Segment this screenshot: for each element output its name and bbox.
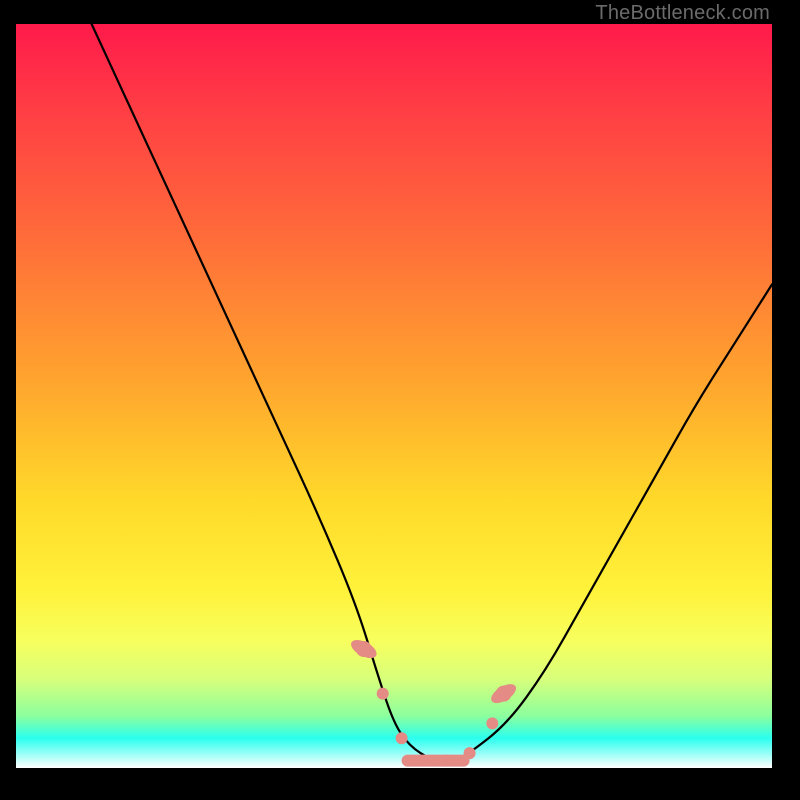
highlight-markers <box>348 636 519 766</box>
watermark-text: TheBottleneck.com <box>595 2 770 25</box>
marker-lozenge <box>348 636 379 662</box>
chart-frame: TheBottleneck.com <box>0 0 800 800</box>
bottleneck-curve <box>92 24 772 761</box>
marker-lozenge <box>488 680 519 707</box>
marker-floor <box>402 755 470 767</box>
curve-svg <box>16 24 772 768</box>
marker-dot <box>486 717 498 729</box>
marker-dot <box>396 732 408 744</box>
marker-dot <box>377 688 389 700</box>
plot-area <box>16 24 772 768</box>
